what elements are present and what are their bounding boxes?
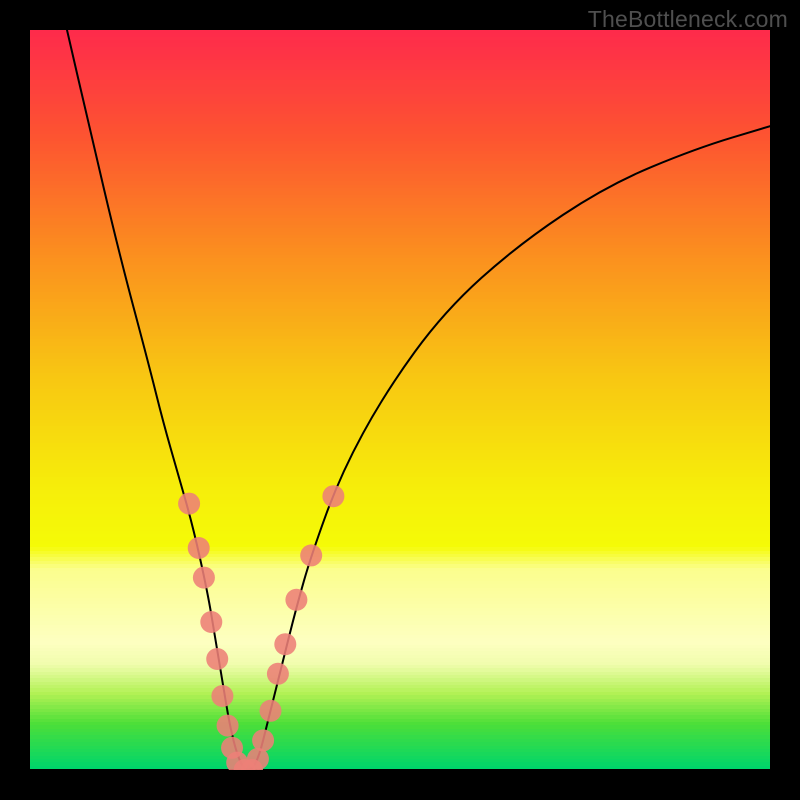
curve-marker	[300, 544, 322, 566]
curve-marker	[322, 485, 344, 507]
curve-marker	[247, 748, 269, 770]
curve-marker	[188, 537, 210, 559]
curve-marker	[274, 633, 296, 655]
curve-marker	[193, 567, 215, 589]
curve-marker	[285, 589, 307, 611]
curve-marker	[211, 685, 233, 707]
bottleneck-curve	[67, 30, 770, 770]
curve-marker	[267, 663, 289, 685]
curve-marker	[206, 648, 228, 670]
curve-layer	[30, 30, 770, 770]
curve-marker	[178, 493, 200, 515]
marker-layer	[178, 485, 344, 770]
plot-area	[30, 30, 770, 770]
curve-marker	[260, 700, 282, 722]
curve-marker	[252, 729, 274, 751]
chart-frame: TheBottleneck.com	[0, 0, 800, 800]
watermark-text: TheBottleneck.com	[588, 6, 788, 33]
curve-marker	[217, 715, 239, 737]
curve-marker	[200, 611, 222, 633]
